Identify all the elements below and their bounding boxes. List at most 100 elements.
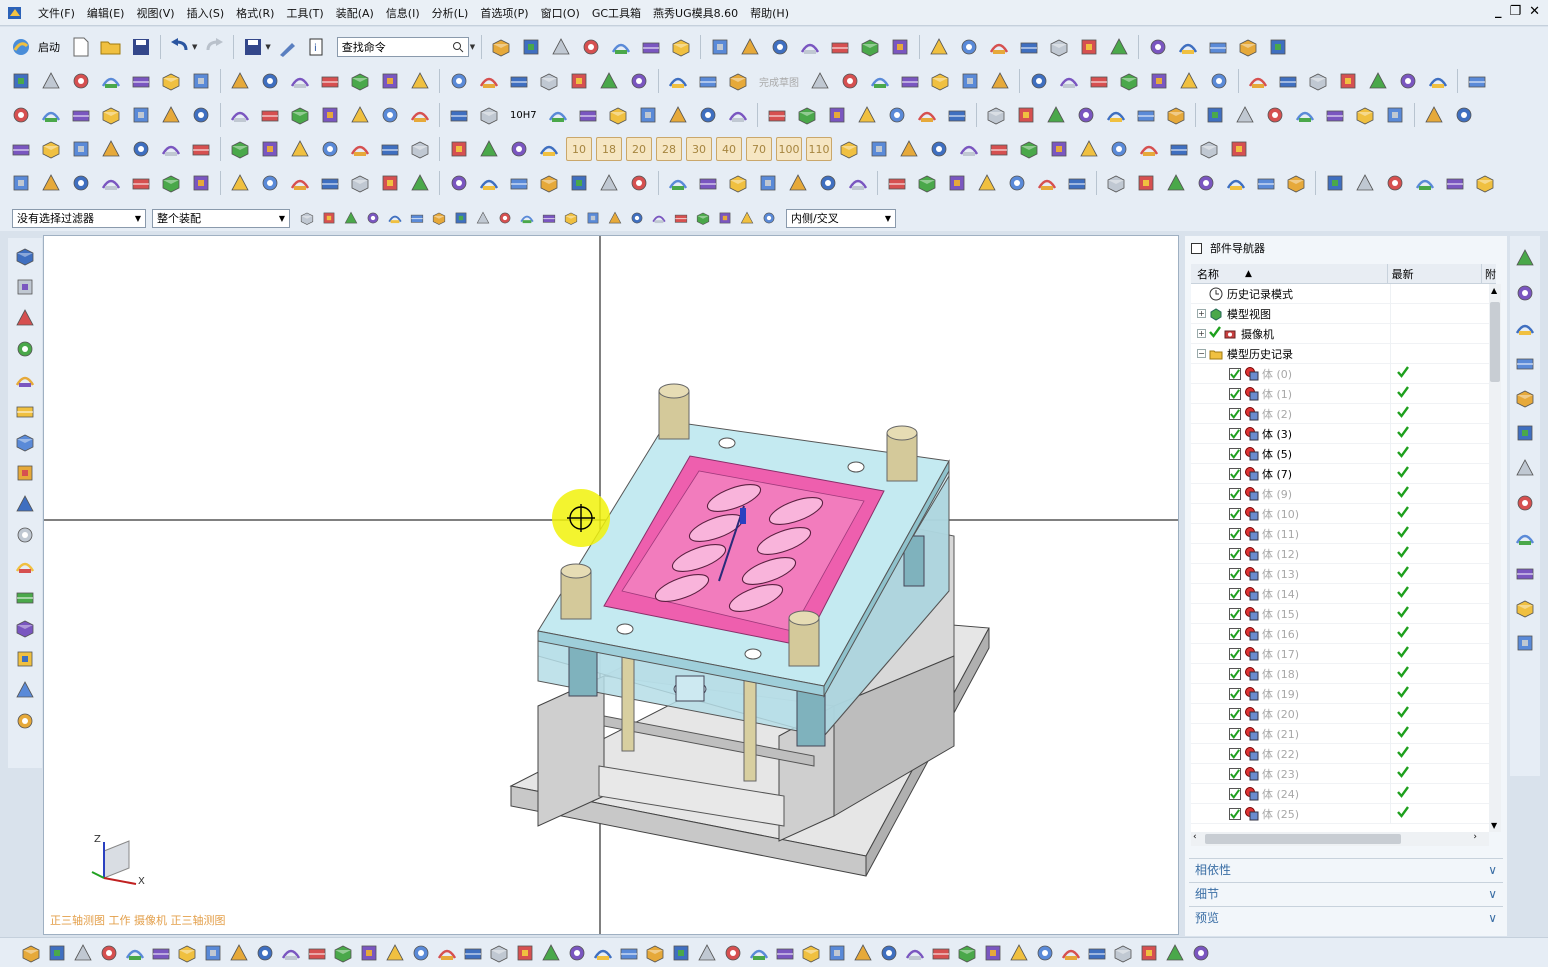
surface-tool-icon[interactable] — [1104, 103, 1128, 127]
sketch-tool-icon[interactable] — [514, 942, 536, 964]
system-materials-icon[interactable] — [1512, 560, 1538, 586]
settings-gear-icon[interactable] — [1512, 245, 1538, 271]
standard-part-tool-icon[interactable] — [627, 171, 651, 195]
start-label[interactable]: 启动 — [38, 39, 60, 55]
sketch-tool-icon[interactable] — [566, 942, 588, 964]
size-button[interactable]: 70 — [746, 137, 772, 161]
save-as-icon[interactable] — [241, 35, 265, 59]
standard-part-tool-icon[interactable] — [1353, 171, 1377, 195]
standard-part-tool-icon[interactable] — [915, 171, 939, 195]
view-tool-icon[interactable] — [888, 35, 912, 59]
nx-app-icon[interactable] — [6, 4, 24, 22]
menu-item[interactable]: 窗口(O) — [535, 5, 586, 21]
analysis-tool-icon[interactable] — [159, 103, 183, 127]
column-name-header[interactable]: 名称 ▲ — [1191, 264, 1388, 283]
feature-tool-icon[interactable] — [696, 69, 720, 93]
feature-tool-icon[interactable] — [408, 69, 432, 93]
standard-part-tool-icon[interactable] — [99, 171, 123, 195]
sketch-tool-icon[interactable] — [384, 942, 406, 964]
snap-point-icon[interactable] — [453, 210, 469, 226]
assembly-navigator-icon[interactable] — [1512, 280, 1538, 306]
sketch-curve-tool-icon[interactable] — [838, 69, 862, 93]
standard-part-tool-icon[interactable] — [1413, 171, 1437, 195]
sketch-tool-icon[interactable] — [722, 942, 744, 964]
sketch-tool-icon[interactable] — [20, 942, 42, 964]
snap-point-icon[interactable] — [563, 210, 579, 226]
feature-tool-icon[interactable] — [627, 69, 651, 93]
web-browser-icon[interactable] — [1512, 420, 1538, 446]
body-feature-row[interactable]: 体 (18) — [1191, 663, 1489, 684]
size-button[interactable]: 40 — [716, 137, 742, 161]
surface-tool-icon[interactable] — [1134, 103, 1158, 127]
visibility-checkbox[interactable] — [1229, 727, 1241, 740]
sketch-curve-tool-icon[interactable] — [1276, 69, 1300, 93]
mold-tool-icon[interactable] — [258, 137, 282, 161]
plate-tool-icon[interactable] — [1107, 137, 1131, 161]
sketch-tool-icon[interactable] — [280, 942, 302, 964]
surface-tool-icon[interactable] — [696, 103, 720, 127]
feature-tool-icon[interactable] — [567, 69, 591, 93]
surface-tool-icon[interactable] — [1263, 103, 1287, 127]
analysis-tool-icon[interactable] — [228, 103, 252, 127]
surface-tool-icon[interactable] — [1293, 103, 1317, 127]
surface-tool-icon[interactable] — [606, 103, 630, 127]
feature-tool-icon[interactable] — [507, 69, 531, 93]
feature-tool-icon[interactable] — [228, 69, 252, 93]
sketch-curve-tool-icon[interactable] — [1246, 69, 1270, 93]
analysis-tool-icon[interactable] — [9, 103, 33, 127]
command-search-input[interactable]: 查找命令 — [336, 37, 469, 57]
surface-tool-icon[interactable] — [885, 103, 909, 127]
snap-point-icon[interactable] — [387, 210, 403, 226]
snap-point-icon[interactable] — [585, 210, 601, 226]
menu-item[interactable]: 燕秀UG模具8.60 — [647, 5, 744, 21]
plate-tool-icon[interactable] — [897, 137, 921, 161]
view-tool-icon[interactable] — [768, 35, 792, 59]
size-button[interactable]: 10 — [566, 137, 592, 161]
palette-icon[interactable] — [1512, 525, 1538, 551]
menu-item[interactable]: 工具(T) — [280, 5, 329, 21]
visibility-checkbox[interactable] — [1229, 547, 1241, 560]
snap-point-icon[interactable] — [761, 210, 777, 226]
expand-toggle-icon[interactable]: − — [1197, 349, 1206, 358]
snap-point-icon[interactable] — [475, 210, 491, 226]
plate-tool-icon[interactable] — [927, 137, 951, 161]
report-icon[interactable] — [1512, 630, 1538, 656]
sketch-tool-icon[interactable] — [644, 942, 666, 964]
surface-tool-icon[interactable] — [1383, 103, 1407, 127]
standard-part-tool-icon[interactable] — [696, 171, 720, 195]
plate-tool-icon[interactable] — [1047, 137, 1071, 161]
sketch-tool-icon[interactable] — [1034, 942, 1056, 964]
point-icon[interactable] — [12, 615, 38, 641]
sketch-tool-icon[interactable] — [488, 942, 510, 964]
view-tool-icon[interactable] — [489, 35, 513, 59]
analysis-tool-icon[interactable] — [69, 103, 93, 127]
snap-point-icon[interactable] — [673, 210, 689, 226]
mold-tool-icon[interactable] — [159, 137, 183, 161]
surface-tool-icon[interactable] — [945, 103, 969, 127]
new-file-icon[interactable] — [69, 35, 93, 59]
sketch-tool-icon[interactable] — [774, 942, 796, 964]
start-icon[interactable] — [9, 35, 33, 59]
column-extra-header[interactable]: 附 — [1482, 264, 1496, 283]
surface-tool-icon[interactable] — [765, 103, 789, 127]
view-tool-icon[interactable] — [639, 35, 663, 59]
standard-part-tool-icon[interactable] — [159, 171, 183, 195]
assembly-scope-select[interactable]: 整个装配 ▼ — [152, 208, 290, 228]
sketch-tool-icon[interactable] — [956, 942, 978, 964]
standard-part-tool-icon[interactable] — [1254, 171, 1278, 195]
f8-icon[interactable] — [12, 677, 38, 703]
sketch-tool-icon[interactable] — [800, 942, 822, 964]
sketch-tool-icon[interactable] — [358, 942, 380, 964]
expand-toggle-icon[interactable]: + — [1197, 309, 1206, 318]
snap-point-icon[interactable] — [409, 210, 425, 226]
plate-tool-icon[interactable] — [837, 137, 861, 161]
visibility-checkbox[interactable] — [1229, 467, 1241, 480]
standard-part-tool-icon[interactable] — [1005, 171, 1029, 195]
mold-tool-icon[interactable] — [477, 137, 501, 161]
feature-tool-icon[interactable] — [129, 69, 153, 93]
view-tool-icon[interactable] — [987, 35, 1011, 59]
body-feature-row[interactable]: 体 (11) — [1191, 523, 1489, 544]
mold-tool-icon[interactable] — [69, 137, 93, 161]
feature-tool-icon[interactable] — [477, 69, 501, 93]
sketch-tool-icon[interactable] — [1086, 942, 1108, 964]
